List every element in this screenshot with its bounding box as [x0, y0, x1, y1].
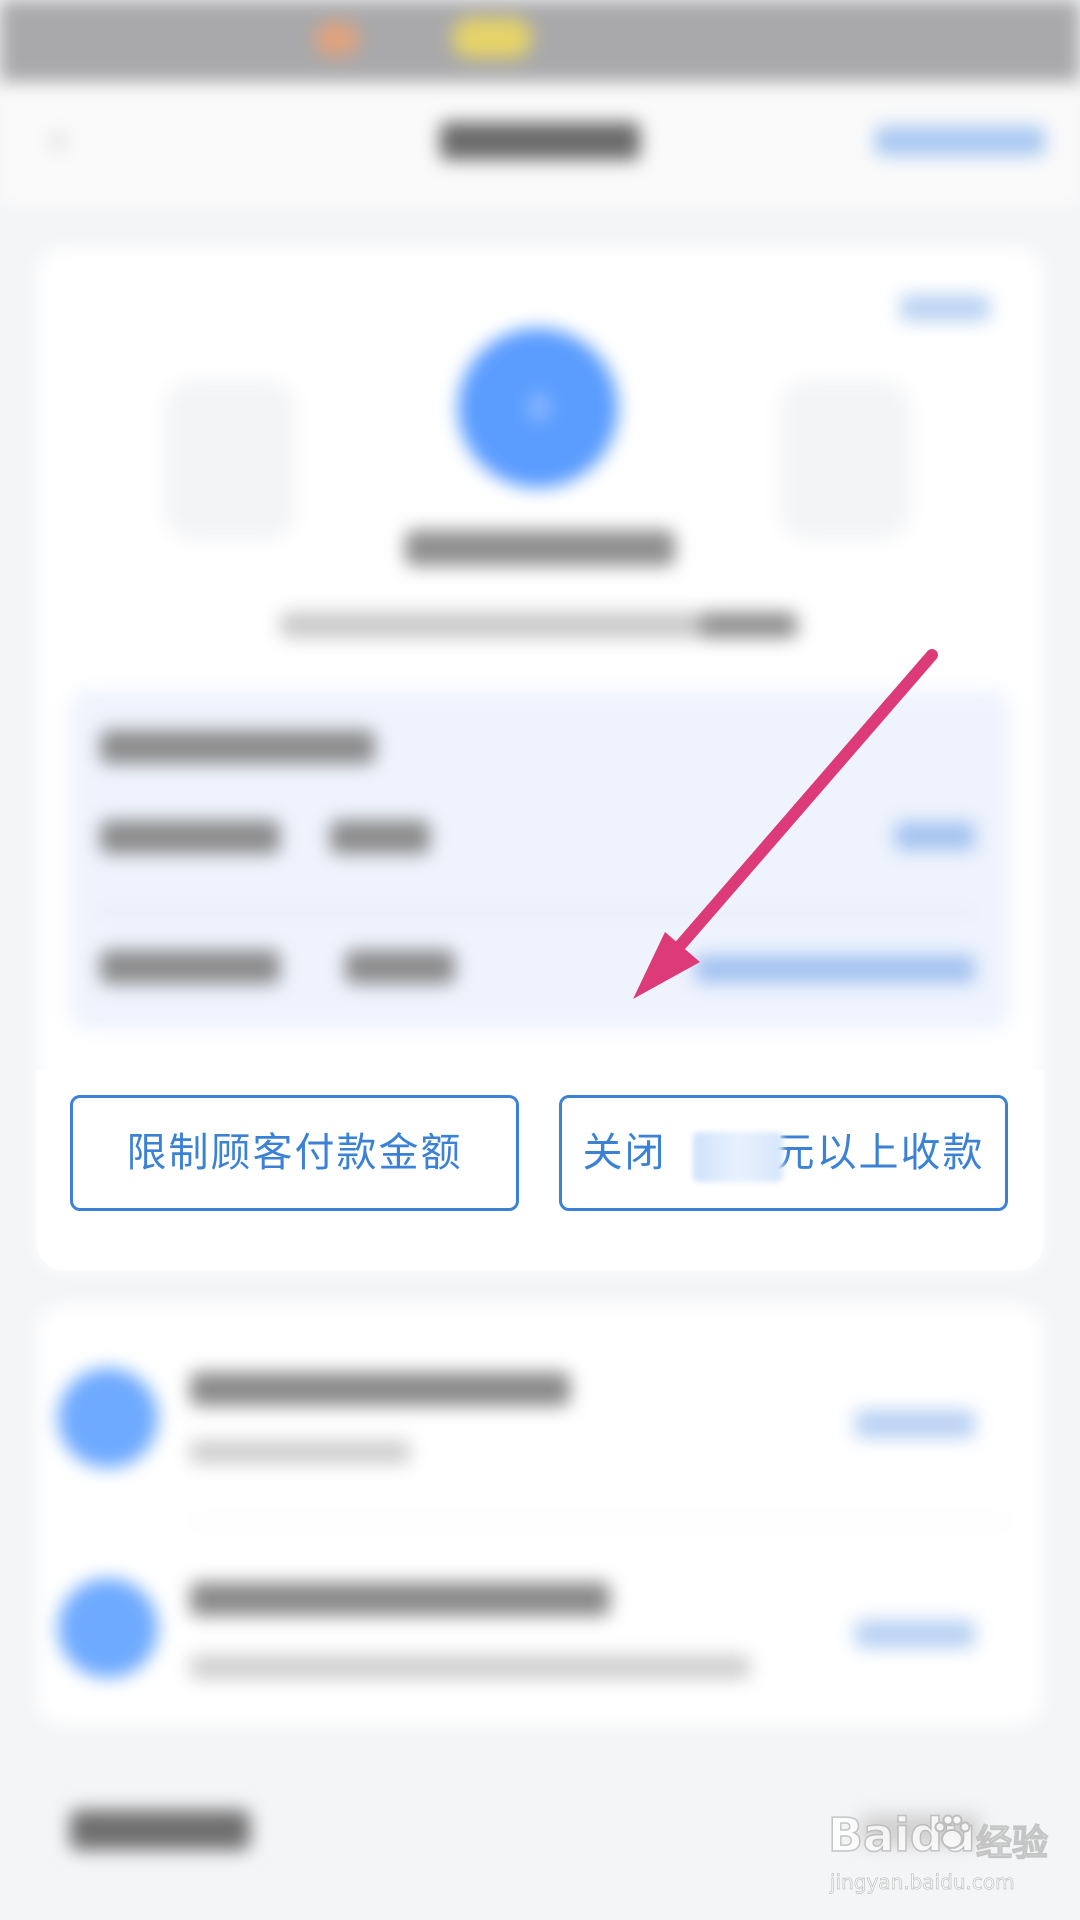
divider	[190, 1520, 1010, 1522]
obscured-info-label	[100, 820, 280, 854]
obscured-list-subtitle	[190, 1655, 750, 1679]
decorative-shape	[165, 380, 295, 540]
masked-amount-overlay	[693, 1132, 783, 1182]
close-large-payment-button[interactable]: 关闭 元以上收款	[559, 1095, 1008, 1211]
close-payment-suffix: 元以上收款	[774, 1130, 985, 1176]
obscured-list-title	[190, 1582, 610, 1616]
obscured-info-link[interactable]	[695, 955, 975, 983]
close-payment-prefix: 关闭	[582, 1130, 667, 1176]
obscured-section-title	[70, 1810, 250, 1850]
limit-payment-amount-button[interactable]: 限制顾客付款金额	[70, 1095, 519, 1211]
status-bar	[0, 0, 1080, 82]
avatar-glyph	[528, 392, 550, 422]
obscured-info-label	[100, 950, 280, 984]
obscured-list-action[interactable]	[855, 1410, 975, 1438]
obscured-list-title	[190, 1372, 570, 1406]
obscured-subtitle-link[interactable]	[700, 612, 795, 638]
back-icon[interactable]: ‹	[50, 120, 80, 160]
obscured-info-value	[330, 820, 430, 854]
obscured-card-link[interactable]	[900, 295, 990, 321]
obscured-page-title	[440, 122, 640, 160]
nav-bar: ‹	[0, 82, 1080, 206]
decorative-shape	[780, 380, 910, 540]
obscured-info-value	[345, 950, 455, 984]
divider	[95, 910, 975, 913]
obscured-list-subtitle	[190, 1440, 410, 1464]
baidu-jingyan-watermark: Baidu 经验 jingyan.baidu.com	[827, 1807, 1048, 1908]
obscured-name	[405, 530, 675, 566]
status-indicator	[315, 22, 359, 56]
obscured-nav-action[interactable]	[875, 126, 1045, 156]
list-item-avatar	[58, 1578, 158, 1678]
list-item-avatar	[58, 1368, 158, 1468]
obscured-info-link[interactable]	[895, 822, 975, 850]
obscured-list-action[interactable]	[855, 1620, 975, 1648]
baidu-paw-icon	[934, 1814, 971, 1849]
obscured-info-heading	[100, 730, 375, 764]
status-indicator	[452, 18, 532, 58]
watermark-url: jingyan.baidu.com	[830, 1870, 1015, 1895]
watermark-suffix: 经验	[975, 1822, 1049, 1864]
screen: ‹ 限制顾客付款金额 关闭 元以上收款 Baidu 经验 jingyan.bai…	[0, 0, 1080, 1920]
